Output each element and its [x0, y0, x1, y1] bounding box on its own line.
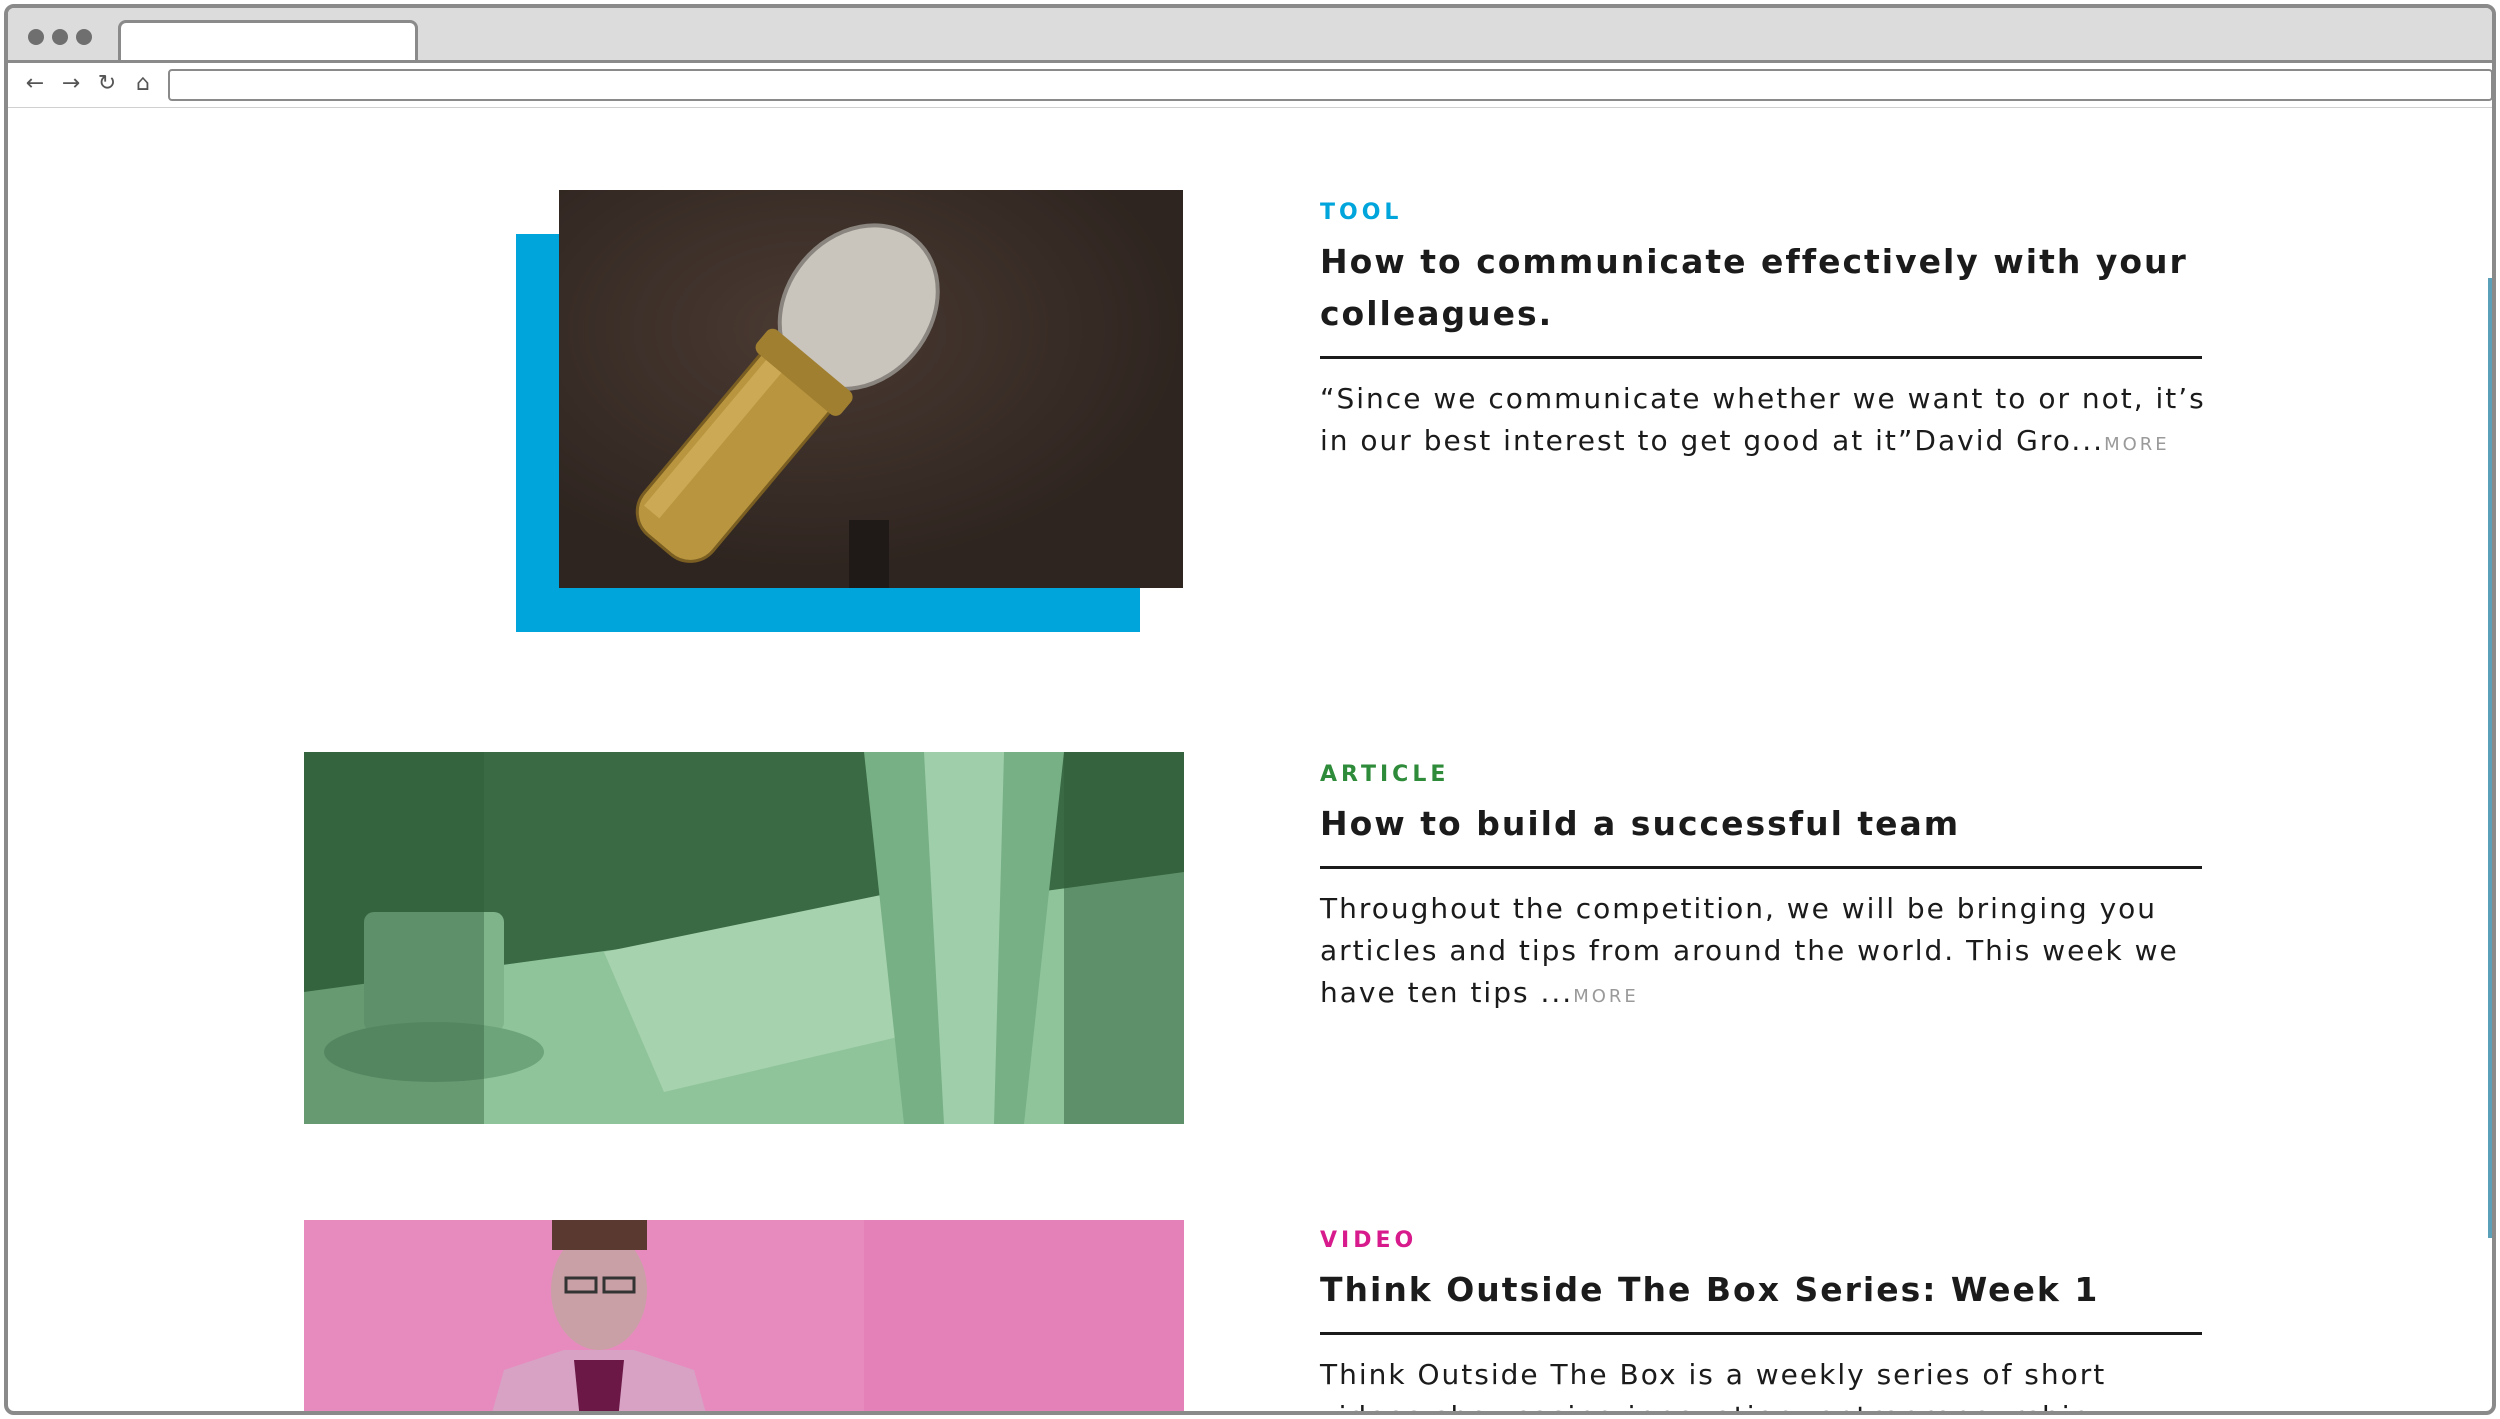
excerpt-text: Think Outside The Box is a weekly series…	[1320, 1358, 2107, 1411]
post-excerpt: Think Outside The Box is a weekly series…	[1320, 1354, 2220, 1411]
address-bar[interactable]	[168, 69, 2492, 101]
microphone-photo[interactable]	[559, 190, 1183, 588]
back-arrow-icon[interactable]: ←	[22, 71, 48, 97]
more-link[interactable]: MORE	[1573, 986, 1639, 1007]
post-title[interactable]: How to build a successful team	[1320, 798, 2200, 850]
post-title[interactable]: Think Outside The Box Series: Week 1	[1320, 1264, 2200, 1316]
home-icon[interactable]: ⌂	[130, 71, 156, 97]
maximize-window-dot[interactable]	[76, 29, 92, 45]
page-content: TOOL How to communicate effectively with…	[8, 108, 2492, 1411]
reload-icon[interactable]: ↻	[94, 71, 120, 97]
more-link[interactable]: MORE	[2104, 434, 2170, 455]
minimize-window-dot[interactable]	[52, 29, 68, 45]
browser-window: ← → ↻ ⌂ TOOL How to communicate effectiv…	[4, 4, 2496, 1415]
excerpt-text: Throughout the competition, we will be b…	[1320, 892, 2179, 1009]
close-window-dot[interactable]	[28, 29, 44, 45]
category-label: TOOL	[1320, 200, 1403, 225]
forward-arrow-icon[interactable]: →	[58, 71, 84, 97]
post-excerpt: Throughout the competition, we will be b…	[1320, 888, 2220, 1018]
tab-bar	[8, 8, 2492, 62]
team-meeting-photo[interactable]	[304, 752, 1184, 1124]
title-divider	[1320, 1332, 2202, 1335]
speaker-photo[interactable]	[304, 1220, 1184, 1411]
browser-toolbar: ← → ↻ ⌂	[8, 60, 2492, 108]
browser-tab[interactable]	[118, 20, 418, 62]
excerpt-text: “Since we communicate whether we want to…	[1320, 382, 2206, 457]
post-title[interactable]: How to communicate effectively with your…	[1320, 236, 2200, 340]
post-excerpt: “Since we communicate whether we want to…	[1320, 378, 2220, 466]
category-label: VIDEO	[1320, 1228, 1418, 1253]
title-divider	[1320, 866, 2202, 869]
category-label: ARTICLE	[1320, 762, 1450, 787]
title-divider	[1320, 356, 2202, 359]
